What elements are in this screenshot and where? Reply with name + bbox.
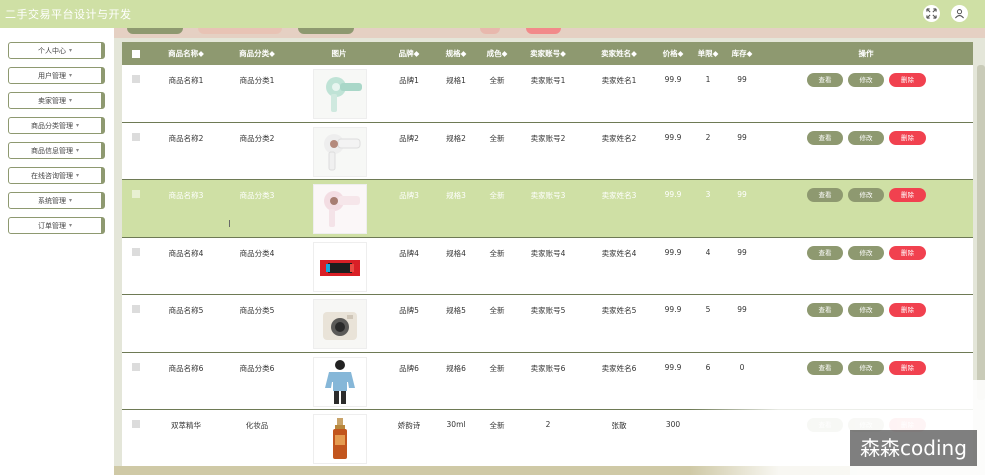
- text-cursor-icon: I: [228, 219, 231, 230]
- toolbar-button[interactable]: [298, 28, 354, 34]
- toolbar-button[interactable]: [480, 28, 500, 34]
- sidebar: 个人中心 ▾ 用户管理 ▾ 卖家管理 ▾ 商品分类管理 ▾ 商品信息管理 ▾ 在线咨询管理…: [0, 28, 114, 475]
- toolbar-button[interactable]: [198, 28, 282, 34]
- sidebar-item-order-management[interactable]: 订单管理 ▾: [8, 217, 105, 234]
- delete-button[interactable]: 删除: [889, 246, 926, 260]
- edit-button[interactable]: 修改: [848, 188, 884, 202]
- row-checkbox[interactable]: [132, 133, 140, 141]
- edit-button[interactable]: 修改: [848, 246, 884, 260]
- chevron-down-icon: ▾: [75, 122, 79, 129]
- sidebar-item-system-management[interactable]: 系统管理 ▾: [8, 192, 105, 209]
- scrollbar[interactable]: [977, 65, 985, 400]
- header-spec[interactable]: 规格◆: [446, 42, 467, 65]
- sidebar-item-category-management[interactable]: 商品分类管理 ▾: [8, 117, 105, 134]
- chevron-down-icon: ▾: [75, 147, 79, 154]
- user-icon[interactable]: [951, 5, 968, 22]
- select-all-checkbox[interactable]: [132, 50, 140, 58]
- edit-button[interactable]: 修改: [848, 361, 884, 375]
- product-image-hair-dryer: [313, 184, 367, 234]
- delete-button[interactable]: 删除: [889, 188, 926, 202]
- delete-button[interactable]: 删除: [889, 131, 926, 145]
- header-image: 图片: [331, 49, 347, 58]
- delete-button[interactable]: 删除: [889, 303, 926, 317]
- sidebar-item-consult-management[interactable]: 在线咨询管理 ▾: [8, 167, 105, 184]
- watermark: 森森coding: [850, 430, 977, 466]
- view-button[interactable]: 查看: [807, 361, 843, 375]
- sidebar-item-product-management[interactable]: 商品信息管理 ▾: [8, 142, 105, 159]
- edit-button[interactable]: 修改: [848, 73, 884, 87]
- chevron-down-icon: ▾: [68, 222, 72, 229]
- header-seller-name[interactable]: 卖家姓名◆: [601, 42, 637, 65]
- table-row[interactable]: 商品名称4 商品分类4 品牌4 规格4 全新 卖家账号4 卖家姓名4 99.9 …: [122, 238, 973, 295]
- edit-button[interactable]: 修改: [848, 131, 884, 145]
- edit-button[interactable]: 修改: [848, 303, 884, 317]
- chevron-down-icon: ▾: [68, 47, 72, 54]
- header-actions: 操作: [858, 49, 874, 58]
- expand-icon[interactable]: [923, 5, 940, 22]
- header-seller-account[interactable]: 卖家账号◆: [530, 42, 566, 65]
- chevron-down-icon: ▾: [75, 172, 79, 179]
- sidebar-item-personal-center[interactable]: 个人中心 ▾: [8, 42, 105, 59]
- table-row[interactable]: 商品名称5 商品分类5 品牌5 规格5 全新 卖家账号5 卖家姓名5 99.9 …: [122, 295, 973, 353]
- product-image-game-console: [313, 242, 367, 292]
- header-stock[interactable]: 库存◆: [732, 42, 753, 65]
- app-title: 二手交易平台设计与开发: [5, 8, 132, 21]
- delete-button[interactable]: 删除: [889, 73, 926, 87]
- header-brand[interactable]: 品牌◆: [399, 42, 420, 65]
- row-checkbox[interactable]: [132, 305, 140, 313]
- row-checkbox[interactable]: [132, 420, 140, 428]
- header-condition[interactable]: 成色◆: [487, 42, 508, 65]
- delete-button[interactable]: 删除: [889, 361, 926, 375]
- product-image-instant-camera: [313, 299, 367, 349]
- table-row[interactable]: 商品名称2 商品分类2 品牌2 规格2 全新 卖家账号2 卖家姓名2 99.9 …: [122, 123, 973, 180]
- view-button[interactable]: 查看: [807, 188, 843, 202]
- header-price[interactable]: 价格◆: [663, 42, 684, 65]
- header-clicks[interactable]: 单限◆: [698, 42, 719, 65]
- table-row[interactable]: 商品名称1 商品分类1 品牌1 规格1 全新 卖家账号1 卖家姓名1 99.9 …: [122, 65, 973, 123]
- chevron-down-icon: ▾: [68, 72, 72, 79]
- view-button[interactable]: 查看: [807, 303, 843, 317]
- sidebar-item-user-management[interactable]: 用户管理 ▾: [8, 67, 105, 84]
- row-checkbox[interactable]: [132, 248, 140, 256]
- product-image-hair-dryer: [313, 69, 367, 119]
- toolbar-strip: [114, 28, 985, 38]
- row-checkbox[interactable]: [132, 75, 140, 83]
- chevron-down-icon: ▾: [68, 97, 72, 104]
- table-row-selected[interactable]: 商品名称3 商品分类3 品牌3 规格3 全新 卖家账号3 卖家姓名3 99.9 …: [122, 180, 973, 238]
- row-checkbox[interactable]: [132, 190, 140, 198]
- product-image-sweater: [313, 357, 367, 407]
- header-category[interactable]: 商品分类◆: [239, 42, 275, 65]
- chevron-down-icon: ▾: [68, 197, 72, 204]
- toolbar-button[interactable]: [127, 28, 183, 34]
- row-checkbox[interactable]: [132, 363, 140, 371]
- toolbar-button[interactable]: [526, 28, 561, 34]
- top-bar: 二手交易平台设计与开发: [0, 0, 985, 28]
- header-name[interactable]: 商品名称◆: [168, 42, 204, 65]
- view-button[interactable]: 查看: [807, 246, 843, 260]
- table-header: 商品名称◆ 商品分类◆ 图片 品牌◆ 规格◆ 成色◆ 卖家账号◆ 卖家姓名◆ 价…: [122, 42, 973, 65]
- view-button[interactable]: 查看: [807, 73, 843, 87]
- product-image-serum-bottle: [313, 414, 367, 464]
- product-image-hair-dryer: [313, 127, 367, 177]
- view-button[interactable]: 查看: [807, 131, 843, 145]
- sidebar-item-seller-management[interactable]: 卖家管理 ▾: [8, 92, 105, 109]
